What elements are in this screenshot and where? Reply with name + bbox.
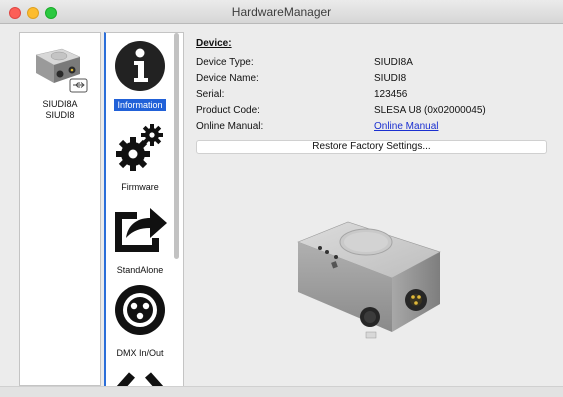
info-row-serial: Serial: 123456 [196, 89, 552, 103]
bottom-status-bar [0, 386, 563, 397]
info-heading: Device: [196, 38, 232, 49]
nav-label-firmware: Firmware [121, 182, 159, 192]
device-name-label: SIUDI8A [42, 99, 78, 109]
nav-item-standalone[interactable]: StandAlone [106, 197, 174, 281]
nav-scrollbar[interactable] [174, 33, 179, 259]
nav-item-information[interactable]: Information [106, 33, 174, 115]
hardware-manager-window: HardwareManager SIUDI8A SIUDI8 Informati… [0, 0, 563, 397]
info-row-product-code: Product Code: SLESA U8 (0x02000045) [196, 105, 552, 119]
xlr-connector-icon [115, 285, 165, 335]
info-row-device-type: Device Type: SIUDI8A [196, 57, 552, 71]
nav-panel: Information Firmware StandAlone DMX In/O… [104, 32, 184, 392]
info-key: Online Manual: [196, 121, 264, 132]
info-value: SIUDI8 [374, 73, 407, 84]
nav-item-firmware[interactable]: Firmware [106, 115, 174, 197]
info-key: Device Type: [196, 57, 254, 68]
info-row-device-name: Device Name: SIUDI8 [196, 73, 552, 87]
info-value: SIUDI8A [374, 57, 413, 68]
info-value: SLESA U8 (0x02000045) [374, 105, 486, 116]
nav-label-standalone: StandAlone [116, 265, 164, 275]
nav-label-information: Information [114, 99, 166, 111]
info-row-online-manual: Online Manual: Online Manual [196, 121, 552, 135]
device-list-panel: SIUDI8A SIUDI8 [19, 32, 101, 386]
device-thumbnail-icon [35, 48, 88, 93]
online-manual-link[interactable]: Online Manual [374, 121, 438, 132]
info-key: Serial: [196, 89, 225, 100]
export-arrow-icon [115, 208, 167, 252]
nav-label-dmx-in-out: DMX In/Out [116, 348, 164, 358]
info-key: Device Name: [196, 73, 259, 84]
device-subname-label: SIUDI8 [45, 110, 75, 120]
title-bar[interactable]: HardwareManager [0, 0, 563, 24]
window-title: HardwareManager [231, 5, 332, 19]
info-value: 123456 [374, 89, 408, 100]
device-product-image [297, 221, 441, 339]
gears-icon [116, 124, 163, 171]
info-key: Product Code: [196, 105, 260, 116]
nav-item-dmx-in-out[interactable]: DMX In/Out [106, 279, 174, 365]
info-icon [115, 41, 165, 91]
restore-factory-settings-button[interactable]: Restore Factory Settings... [196, 140, 547, 154]
